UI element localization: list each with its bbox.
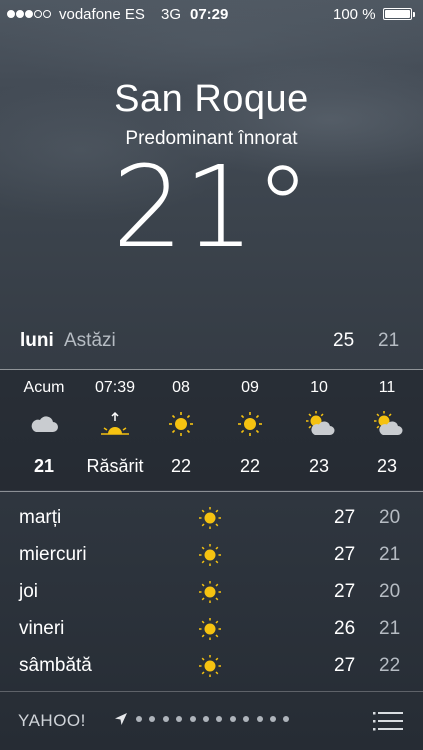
sun-icon	[199, 507, 221, 529]
forecast-day: miercuri	[19, 544, 87, 565]
forecast-day: joi	[19, 581, 39, 602]
divider	[0, 491, 423, 492]
hour-label: 08	[172, 379, 190, 396]
battery-percent: 100 %	[333, 6, 376, 23]
sun-icon	[199, 581, 221, 603]
page-dot[interactable]	[189, 716, 196, 722]
daily-row: miercuri 27 21	[0, 537, 423, 574]
forecast-low: 22	[379, 655, 401, 676]
hour-label: 11	[378, 379, 396, 396]
sun-icon	[199, 544, 221, 566]
status-time: 07:29	[190, 6, 229, 23]
divider	[0, 691, 423, 692]
hourly-item: Acum 21	[9, 370, 79, 490]
today-low: 21	[378, 330, 400, 351]
network-type: 3G	[161, 6, 182, 23]
forecast-high: 27	[334, 544, 356, 565]
forecast-low: 20	[379, 507, 401, 528]
forecast-day: marți	[19, 507, 62, 528]
hourly-item: 11 23	[352, 370, 422, 490]
signal-strength-icon	[7, 10, 51, 18]
hourly-item: 07:39 Răsărit	[80, 370, 150, 490]
forecast-high: 27	[334, 507, 356, 528]
hourly-item: 09 22	[215, 370, 285, 490]
sunrise-icon	[101, 411, 129, 435]
forecast-day: vineri	[19, 618, 65, 639]
forecast-high: 27	[334, 581, 356, 602]
page-indicator[interactable]	[136, 716, 290, 722]
page-dot[interactable]	[149, 716, 156, 722]
hour-label: Acum	[23, 379, 65, 396]
today-row: luni Astăzi 25 21	[0, 330, 423, 354]
forecast-high: 26	[334, 618, 356, 639]
forecast-low: 21	[379, 618, 401, 639]
daily-row: joi 27 20	[0, 574, 423, 611]
partly-cloudy-icon	[306, 411, 335, 435]
page-dot[interactable]	[229, 716, 236, 722]
hour-label: 09	[241, 379, 259, 396]
location-arrow-icon[interactable]	[114, 712, 128, 726]
page-dot[interactable]	[243, 716, 250, 722]
city-name: San Roque	[114, 78, 309, 120]
forecast-low: 21	[379, 544, 401, 565]
hourly-item: 08 22	[146, 370, 216, 490]
hourly-forecast[interactable]: Acum 21 07:39 Răsărit 08 22 09 22 10 23 …	[0, 370, 423, 490]
cloud-icon	[31, 416, 58, 432]
sun-icon	[199, 655, 221, 677]
yahoo-logo[interactable]: YAHOO!	[18, 711, 86, 731]
forecast-day: sâmbătă	[19, 655, 92, 676]
hour-temperature: 23	[308, 456, 330, 476]
page-dot[interactable]	[283, 716, 290, 722]
sun-icon	[238, 412, 262, 436]
hour-temperature: Răsărit	[86, 456, 144, 476]
current-temperature: 21°	[112, 143, 311, 273]
sun-icon	[199, 618, 221, 640]
page-dot[interactable]	[269, 716, 276, 722]
hour-temperature: 21	[33, 456, 55, 476]
today-high: 25	[333, 330, 355, 351]
page-dot[interactable]	[136, 716, 142, 722]
sun-icon	[169, 412, 193, 436]
today-day: luni	[20, 330, 54, 351]
hour-temperature: 22	[170, 456, 192, 476]
battery-icon	[383, 8, 415, 20]
daily-row: vineri 26 21	[0, 611, 423, 648]
hour-temperature: 22	[239, 456, 261, 476]
daily-row: sâmbătă 27 22	[0, 648, 423, 685]
daily-row: marți 27 20	[0, 500, 423, 537]
carrier-name: vodafone ES	[59, 6, 145, 23]
hour-temperature: 23	[376, 456, 398, 476]
page-dot[interactable]	[256, 716, 263, 722]
page-dot[interactable]	[176, 716, 183, 722]
bottom-toolbar: YAHOO!	[0, 700, 423, 750]
hour-label: 07:39	[94, 379, 136, 396]
partly-cloudy-icon	[374, 411, 403, 435]
page-dot[interactable]	[162, 716, 169, 722]
hour-label: 10	[310, 379, 328, 396]
hourly-item: 10 23	[284, 370, 354, 490]
today-label: Astăzi	[64, 330, 116, 351]
status-bar: vodafone ES 3G 07:29 100 %	[0, 0, 423, 30]
page-dot[interactable]	[216, 716, 223, 722]
forecast-high: 27	[334, 655, 356, 676]
page-dot[interactable]	[202, 716, 209, 722]
forecast-low: 20	[379, 581, 401, 602]
list-menu-icon[interactable]	[373, 710, 403, 732]
